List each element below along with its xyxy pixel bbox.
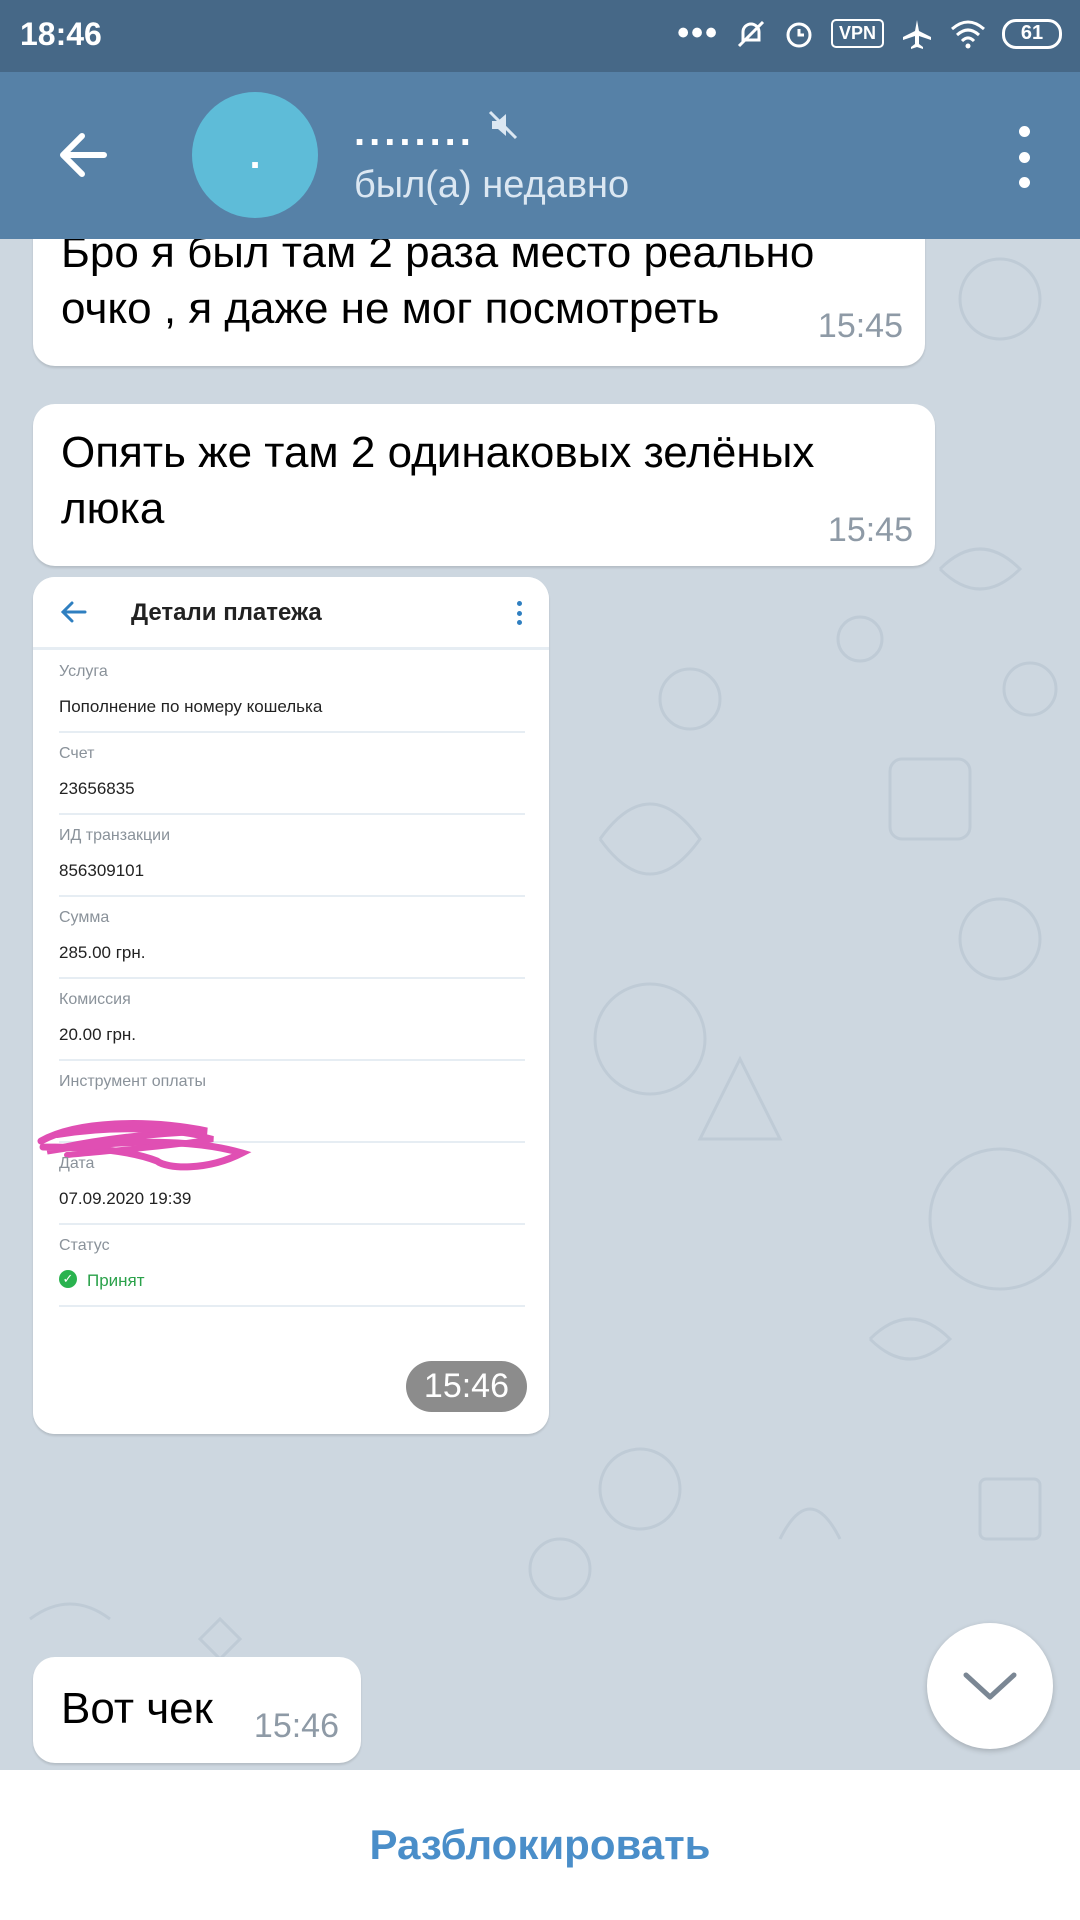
detail-label: Сумма [59,909,110,926]
more-menu-icon[interactable] [1004,126,1044,188]
clock: 18:46 [20,16,102,52]
message-list[interactable]: Бро я был там 2 раза место реально очко … [0,239,1080,1770]
last-seen-status: был(а) недавно [354,164,630,206]
chevron-down-icon [963,1672,1017,1700]
detail-label: ИД транзакции [59,827,171,844]
status-bar: 18:46 ••• VPN 61 [0,0,1080,72]
detail-value: 856309101 [59,861,145,880]
back-arrow-icon[interactable] [48,120,118,190]
muted-icon [488,110,518,140]
avatar[interactable]: . [192,92,318,218]
detail-value: 23656835 [59,779,135,798]
screenshot-title: Детали платежа [131,599,322,626]
detail-value: 285.00 грн. [59,943,146,962]
message-text: Опять же там 2 одинаковых зелёных люка [61,428,815,533]
dnd-icon [737,20,765,47]
detail-label: Статус [59,1237,110,1254]
photo-message[interactable]: Детали платежа Услуга Пополнение по номе… [33,577,549,1434]
detail-row: Сумма 285.00 грн. [59,895,525,979]
message-bubble[interactable]: Бро я был там 2 раза место реально очко … [33,239,925,366]
detail-value: 20.00 грн. [59,1025,137,1044]
payment-screenshot: Детали платежа Услуга Пополнение по номе… [33,577,549,1434]
screenshot-header: Детали платежа [33,577,549,650]
alarm-icon [786,22,812,47]
message-time: 15:45 [827,511,913,549]
wifi-icon [951,20,985,48]
detail-label: Дата [59,1155,95,1172]
message-text: Бро я был там 2 раза место реально очко … [61,239,815,333]
message-time: 15:46 [253,1707,339,1745]
unblock-button[interactable]: Разблокировать [369,1821,710,1869]
back-arrow-icon [61,601,87,623]
message-time: 15:46 [405,1361,527,1412]
detail-row: Комиссия 20.00 грн. [59,977,525,1061]
detail-value: Пополнение по номеру кошелька [59,697,323,716]
detail-label: Инструмент оплаты [59,1073,206,1090]
message-time: 15:45 [817,307,903,345]
vpn-icon: VPN [830,19,884,48]
chat-header: . ........ был(а) недавно [0,72,1080,239]
detail-row: Счет 23656835 [59,731,525,815]
bottom-bar: Разблокировать [0,1770,1080,1920]
detail-label: Счет [59,745,95,762]
airplane-icon [903,19,931,49]
battery-icon: 61 [1002,18,1062,49]
detail-value: 07.09.2020 19:39 [59,1189,192,1208]
detail-value: Принят [87,1271,145,1290]
message-text: Вот чек [61,1684,213,1733]
detail-row: ИД транзакции 856309101 [59,813,525,897]
detail-label: Комиссия [59,991,131,1008]
status-icons: ••• VPN 61 [677,14,1062,53]
more-menu-icon [517,601,523,625]
detail-row: Статус ✓ Принят [59,1223,525,1307]
check-icon: ✓ [59,1270,77,1288]
message-bubble[interactable]: Вот чек 15:46 [33,1657,361,1763]
scroll-to-bottom-button[interactable] [927,1623,1053,1749]
chat-title[interactable]: ........ [354,110,475,155]
detail-label: Услуга [59,663,108,680]
detail-row: Дата 07.09.2020 19:39 [59,1141,525,1225]
more-notifications-icon: ••• [677,14,719,52]
message-bubble[interactable]: Опять же там 2 одинаковых зелёных люка 1… [33,404,935,566]
detail-row: Услуга Пополнение по номеру кошелька [59,649,525,733]
